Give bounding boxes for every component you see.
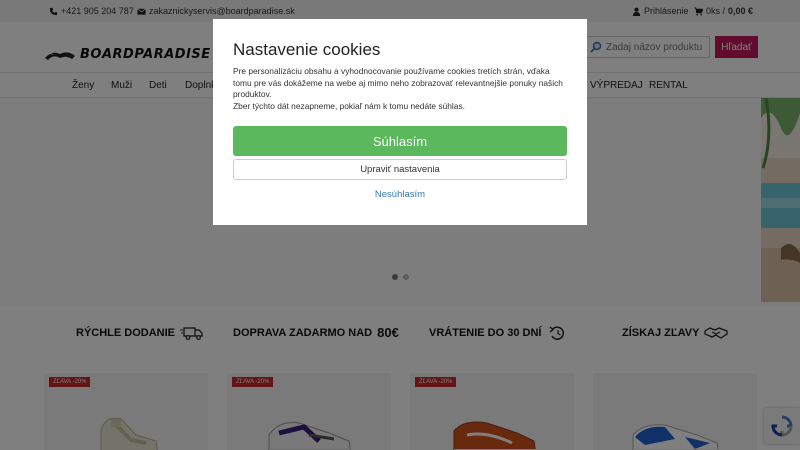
- modal-note: Zber týchto dát nezapneme, pokiaľ nám k …: [233, 100, 465, 111]
- cookie-consent-modal: Nastavenie cookies Pre personalizáciu ob…: [213, 19, 587, 225]
- cookie-settings-button[interactable]: Upraviť nastavenia: [233, 159, 567, 180]
- modal-title: Nastavenie cookies: [233, 40, 381, 59]
- modal-description: Pre personalizáciu obsahu a vyhodnocovan…: [233, 66, 563, 112]
- decline-cookies-link[interactable]: Nesúhlasím: [213, 189, 587, 200]
- modal-description-text: Pre personalizáciu obsahu a vyhodnocovan…: [233, 66, 563, 99]
- accept-cookies-button[interactable]: Súhlasím: [233, 126, 567, 156]
